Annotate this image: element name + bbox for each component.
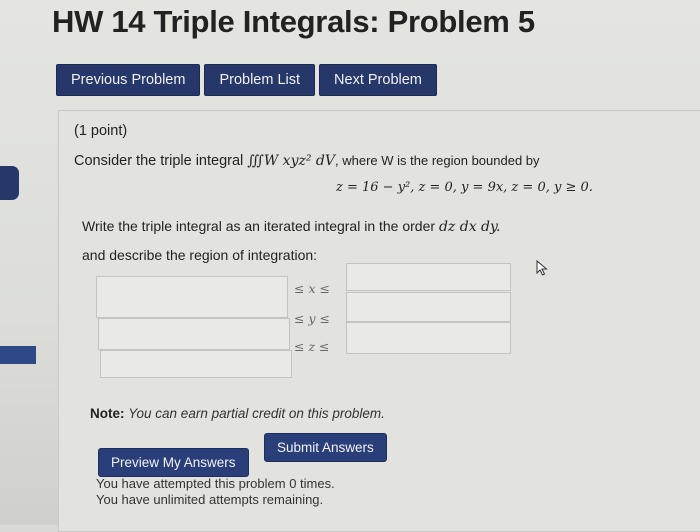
integration-order: dz dx dy. [438, 219, 501, 235]
y-inequality: ≤ y ≤ [294, 311, 330, 326]
problem-points: (1 point) [74, 123, 128, 139]
problem-statement: Consider the triple integral ∭W xyz² dV,… [74, 153, 540, 169]
problem-nav: Previous Problem Problem List Next Probl… [56, 64, 437, 96]
preview-answers-button[interactable]: Preview My Answers [98, 448, 249, 477]
page-title: HW 14 Triple Integrals: Problem 5 [52, 4, 535, 39]
y-lower-bound-input[interactable] [98, 318, 290, 350]
problem-list-button[interactable]: Problem List [204, 64, 316, 96]
sidebar-tab[interactable] [0, 166, 19, 200]
statement-prefix: Consider the triple integral [74, 153, 244, 169]
note-text: You can earn partial credit on this prob… [128, 406, 385, 421]
x-lower-bound-input[interactable] [96, 276, 288, 318]
z-upper-bound-input[interactable] [346, 322, 511, 354]
statement-suffix: , where W is the region bounded by [335, 153, 540, 168]
x-upper-bound-input[interactable] [346, 263, 511, 291]
mouse-pointer-icon [536, 259, 550, 281]
z-inequality: ≤ z ≤ [294, 339, 330, 354]
submit-answers-button[interactable]: Submit Answers [264, 433, 387, 462]
describe-text: and describe the region of integration: [82, 247, 318, 263]
next-problem-button[interactable]: Next Problem [319, 64, 437, 96]
partial-credit-note: Note: You can earn partial credit on thi… [90, 406, 385, 421]
region-equations: z = 16 − y², z = 0, y = 9x, z = 0, y ≥ 0… [336, 180, 593, 195]
z-lower-bound-input[interactable] [100, 350, 292, 378]
sidebar-tab-lower[interactable] [0, 346, 36, 364]
attempts-remaining: You have unlimited attempts remaining. [96, 492, 324, 507]
previous-problem-button[interactable]: Previous Problem [56, 64, 201, 96]
instruction-prefix: Write the triple integral as an iterated… [82, 218, 436, 234]
x-inequality: ≤ x ≤ [294, 281, 330, 296]
attempts-count: You have attempted this problem 0 times. [96, 476, 335, 491]
attempts-status: You have attempted this problem 0 times.… [96, 476, 335, 508]
y-upper-bound-input[interactable] [346, 292, 511, 322]
note-label: Note: [90, 406, 125, 421]
integral-expression: ∭W xyz² dV [247, 153, 336, 169]
instruction-text: Write the triple integral as an iterated… [82, 218, 501, 235]
